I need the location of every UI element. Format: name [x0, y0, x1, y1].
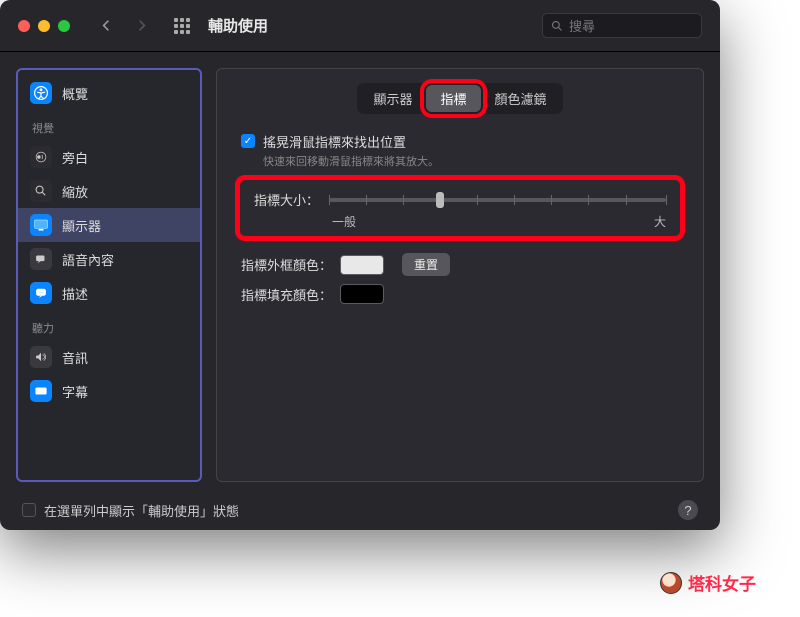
window-title: 輔助使用 [208, 15, 268, 36]
close-window-button[interactable] [18, 20, 30, 32]
sidebar-section-hearing: 聽力 [18, 310, 200, 340]
outline-color-label: 指標外框顏色： [241, 255, 332, 274]
fill-color-well[interactable] [340, 284, 384, 304]
sidebar-item-label: 描述 [62, 284, 88, 303]
fill-color-row: 指標填充顏色： [241, 284, 685, 304]
search-placeholder: 搜尋 [569, 16, 595, 35]
sidebar-item-captions[interactable]: 字幕 [18, 374, 200, 408]
settings-panel: 顯示器 指標 顏色濾鏡 ✓ 搖晃滑鼠指標來找出位置 快速來回移動滑鼠指標來將其放… [216, 68, 704, 482]
sidebar-item-descriptions[interactable]: ⋯ 描述 [18, 276, 200, 310]
sidebar-item-display[interactable]: 顯示器 [18, 208, 200, 242]
shake-to-locate-desc: 快速來回移動滑鼠指標來將其放大。 [263, 153, 685, 169]
slider-min-label: 一般 [332, 213, 356, 230]
sidebar: 概覽 視覺 旁白 縮放 [16, 68, 202, 482]
shake-to-locate-row: ✓ 搖晃滑鼠指標來找出位置 [241, 132, 685, 151]
zoom-icon [30, 180, 52, 202]
pointer-size-highlight: 指標大小： [235, 175, 685, 241]
footer: 在選單列中顯示「輔助使用」狀態 ? [16, 496, 704, 520]
show-in-menubar-label: 在選單列中顯示「輔助使用」狀態 [44, 501, 239, 520]
sidebar-item-label: 縮放 [62, 182, 88, 201]
speech-icon [30, 248, 52, 270]
sidebar-section-vision: 視覺 [18, 110, 200, 140]
descriptions-icon: ⋯ [30, 282, 52, 304]
sidebar-item-overview[interactable]: 概覽 [18, 76, 200, 110]
audio-icon [30, 346, 52, 368]
watermark: 塔科女子 [660, 570, 756, 595]
fill-color-label: 指標填充顏色： [241, 285, 332, 304]
outline-color-row: 指標外框顏色： 重置 [241, 253, 685, 276]
pointer-size-label: 指標大小： [254, 190, 319, 209]
watermark-avatar-icon [660, 572, 682, 594]
voiceover-icon [30, 146, 52, 168]
svg-text:⋯: ⋯ [38, 290, 44, 296]
sidebar-item-zoom[interactable]: 縮放 [18, 174, 200, 208]
sidebar-item-speech[interactable]: 語音內容 [18, 242, 200, 276]
sidebar-item-label: 顯示器 [62, 216, 101, 235]
sidebar-item-label: 語音內容 [62, 250, 114, 269]
back-button[interactable] [92, 14, 120, 38]
shake-to-locate-label: 搖晃滑鼠指標來找出位置 [263, 132, 406, 151]
reset-button[interactable]: 重置 [402, 253, 450, 276]
minimize-window-button[interactable] [38, 20, 50, 32]
tab-color-filter[interactable]: 顏色濾鏡 [481, 85, 561, 112]
zoom-window-button[interactable] [58, 20, 70, 32]
show-in-menubar-checkbox[interactable] [22, 503, 36, 517]
captions-icon [30, 380, 52, 402]
titlebar: 輔助使用 搜尋 [0, 0, 720, 52]
tab-group: 顯示器 指標 顏色濾鏡 [235, 83, 685, 114]
help-button[interactable]: ? [678, 500, 698, 520]
search-icon [551, 20, 563, 32]
sidebar-item-label: 字幕 [62, 382, 88, 401]
search-field[interactable]: 搜尋 [542, 13, 702, 38]
watermark-text: 塔科女子 [688, 570, 756, 595]
slider-max-label: 大 [654, 213, 666, 230]
slider-thumb[interactable] [436, 192, 444, 208]
sidebar-item-label: 音訊 [62, 348, 88, 367]
tab-display[interactable]: 顯示器 [359, 85, 426, 112]
window-controls [18, 20, 70, 32]
accessibility-icon [30, 82, 52, 104]
content: 概覽 視覺 旁白 縮放 [0, 52, 720, 530]
sidebar-item-label: 概覽 [62, 84, 88, 103]
shake-to-locate-checkbox[interactable]: ✓ [241, 134, 255, 148]
sidebar-item-voiceover[interactable]: 旁白 [18, 140, 200, 174]
pointer-size-slider[interactable] [329, 198, 666, 202]
tab-pointer[interactable]: 指標 [426, 85, 480, 112]
sidebar-item-audio[interactable]: 音訊 [18, 340, 200, 374]
outline-color-well[interactable] [340, 255, 384, 275]
forward-button[interactable] [128, 14, 156, 38]
sidebar-item-label: 旁白 [62, 148, 88, 167]
preferences-window: 輔助使用 搜尋 概覽 視覺 旁白 [0, 0, 720, 530]
show-all-icon[interactable] [174, 18, 190, 34]
display-icon [30, 214, 52, 236]
